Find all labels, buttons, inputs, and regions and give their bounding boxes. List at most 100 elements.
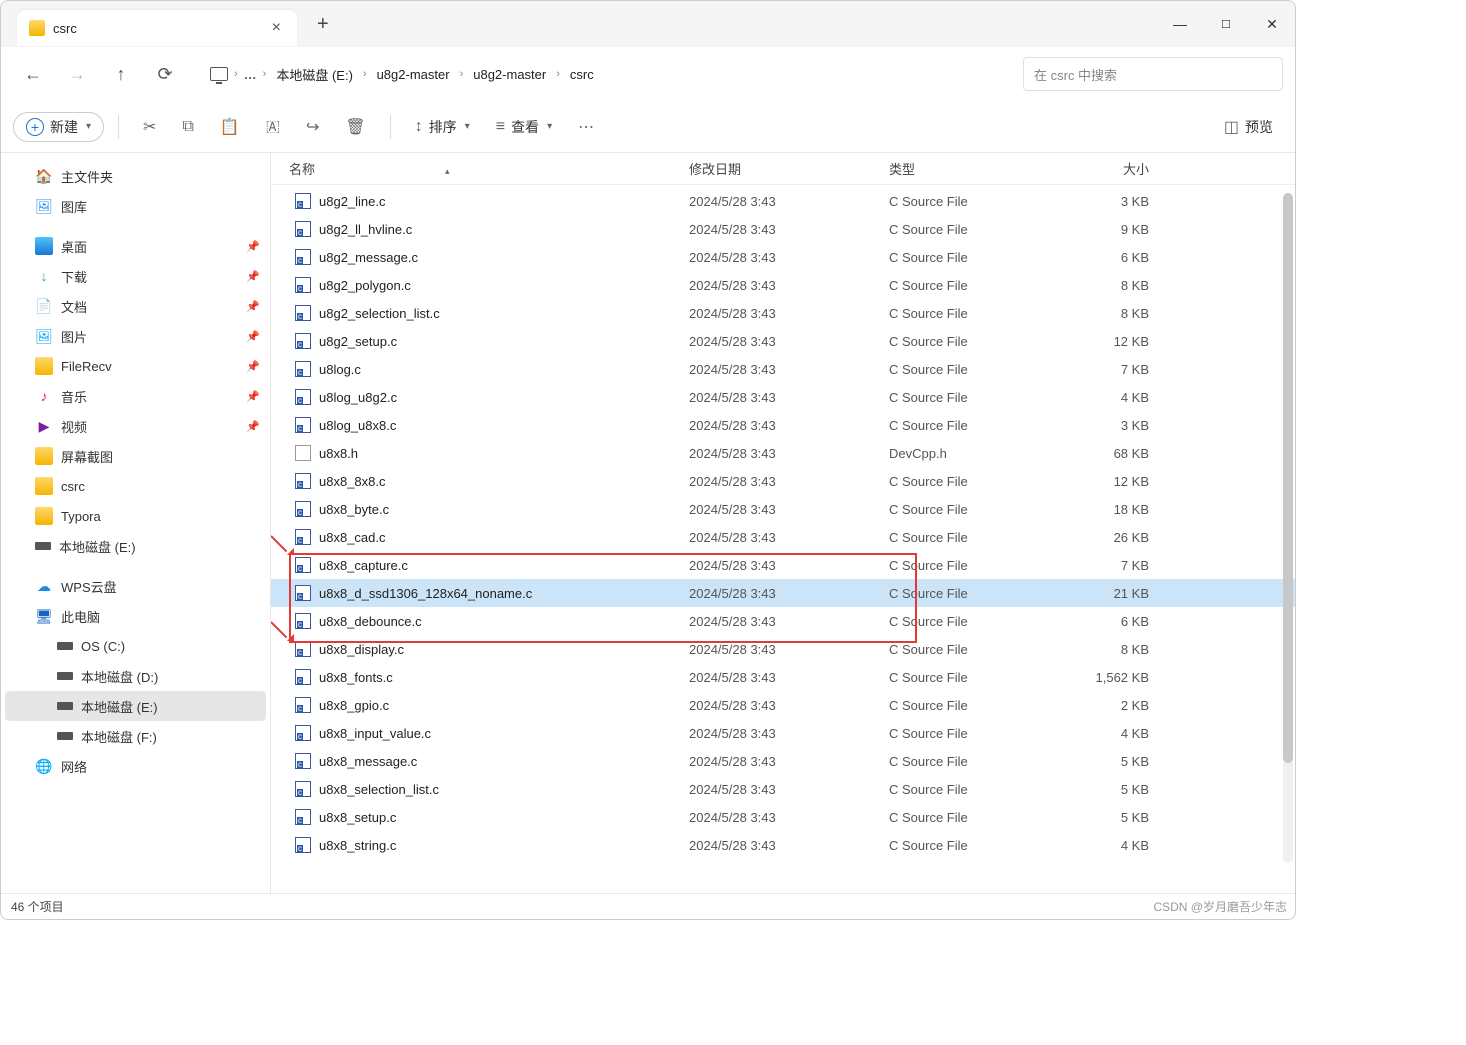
breadcrumb-overflow[interactable]: … bbox=[244, 67, 257, 82]
sidebar[interactable]: 🏠主文件夹 🖼图库 桌面📌↓下载📌📄文档📌🖼图片📌FileRecv📌♪音乐📌▶视… bbox=[1, 153, 271, 893]
sidebar-item[interactable]: ♪音乐📌 bbox=[5, 381, 266, 411]
sidebar-drive[interactable]: 本地磁盘 (E:) bbox=[5, 691, 266, 721]
sidebar-item[interactable]: 桌面📌 bbox=[5, 231, 266, 261]
refresh-button[interactable]: ⟳ bbox=[145, 56, 185, 92]
col-date[interactable]: 修改日期 bbox=[689, 159, 889, 178]
sidebar-this-pc[interactable]: 🖥此电脑 bbox=[5, 601, 266, 631]
file-date: 2024/5/28 3:43 bbox=[689, 558, 889, 573]
breadcrumb-item[interactable]: u8g2-master bbox=[469, 65, 550, 84]
sidebar-item[interactable]: ▶视频📌 bbox=[5, 411, 266, 441]
sidebar-network[interactable]: 🌐网络 bbox=[5, 751, 266, 781]
rename-button[interactable]: 🇦 bbox=[256, 112, 290, 142]
file-row[interactable]: u8x8_fonts.c2024/5/28 3:43C Source File1… bbox=[271, 663, 1295, 691]
file-icon bbox=[295, 781, 311, 797]
file-date: 2024/5/28 3:43 bbox=[689, 446, 889, 461]
file-icon bbox=[295, 249, 311, 265]
file-row[interactable]: u8x8_8x8.c2024/5/28 3:43C Source File12 … bbox=[271, 467, 1295, 495]
file-icon bbox=[295, 389, 311, 405]
new-button[interactable]: + 新建 ▾ bbox=[13, 112, 104, 142]
sidebar-item[interactable]: 屏幕截图 bbox=[5, 441, 266, 471]
file-row[interactable]: u8log_u8x8.c2024/5/28 3:43C Source File3… bbox=[271, 411, 1295, 439]
file-row[interactable]: u8x8_string.c2024/5/28 3:43C Source File… bbox=[271, 831, 1295, 859]
sidebar-home[interactable]: 🏠主文件夹 bbox=[5, 161, 266, 191]
file-row[interactable]: u8x8_d_ssd1306_128x64_noname.c2024/5/28 … bbox=[271, 579, 1295, 607]
file-row[interactable]: u8x8_byte.c2024/5/28 3:43C Source File18… bbox=[271, 495, 1295, 523]
file-row[interactable]: u8x8_cad.c2024/5/28 3:43C Source File26 … bbox=[271, 523, 1295, 551]
file-icon bbox=[295, 501, 311, 517]
column-header[interactable]: 名称▴ 修改日期 类型 大小 bbox=[271, 153, 1295, 185]
sidebar-item[interactable]: csrc bbox=[5, 471, 266, 501]
view-button[interactable]: ≡查看▾ bbox=[486, 111, 562, 143]
file-row[interactable]: u8g2_line.c2024/5/28 3:43C Source File3 … bbox=[271, 187, 1295, 215]
breadcrumb-item[interactable]: 本地磁盘 (E:) bbox=[272, 63, 357, 86]
delete-button[interactable]: 🗑 bbox=[335, 111, 375, 143]
col-name[interactable]: 名称▴ bbox=[289, 159, 689, 178]
file-row[interactable]: u8x8_message.c2024/5/28 3:43C Source Fil… bbox=[271, 747, 1295, 775]
file-row[interactable]: u8log.c2024/5/28 3:43C Source File7 KB bbox=[271, 355, 1295, 383]
cut-button[interactable]: ✂ bbox=[133, 111, 166, 143]
sidebar-item[interactable]: 🖼图片📌 bbox=[5, 321, 266, 351]
close-window-button[interactable]: ✕ bbox=[1249, 4, 1295, 44]
file-row[interactable]: u8log_u8g2.c2024/5/28 3:43C Source File4… bbox=[271, 383, 1295, 411]
file-row[interactable]: u8x8_capture.c2024/5/28 3:43C Source Fil… bbox=[271, 551, 1295, 579]
file-row[interactable]: u8g2_setup.c2024/5/28 3:43C Source File1… bbox=[271, 327, 1295, 355]
file-row[interactable]: u8x8_display.c2024/5/28 3:43C Source Fil… bbox=[271, 635, 1295, 663]
sidebar-gallery[interactable]: 🖼图库 bbox=[5, 191, 266, 221]
file-type: C Source File bbox=[889, 782, 1069, 797]
tab-label: csrc bbox=[53, 21, 77, 36]
scrollbar[interactable] bbox=[1283, 193, 1293, 863]
file-row[interactable]: u8x8_gpio.c2024/5/28 3:43C Source File2 … bbox=[271, 691, 1295, 719]
breadcrumb[interactable]: › … › 本地磁盘 (E:) › u8g2-master › u8g2-mas… bbox=[201, 57, 1007, 91]
up-button[interactable]: ↑ bbox=[101, 56, 141, 92]
preview-button[interactable]: ◫预览 bbox=[1214, 111, 1283, 143]
col-type[interactable]: 类型 bbox=[889, 159, 1069, 178]
more-button[interactable]: ⋯ bbox=[568, 111, 604, 143]
sidebar-drive[interactable]: 本地磁盘 (F:) bbox=[5, 721, 266, 751]
file-size: 6 KB bbox=[1069, 614, 1179, 629]
col-size[interactable]: 大小 bbox=[1069, 159, 1179, 178]
paste-button[interactable]: 📋 bbox=[210, 111, 250, 143]
forward-button[interactable]: → bbox=[57, 56, 97, 92]
file-row[interactable]: u8g2_polygon.c2024/5/28 3:43C Source Fil… bbox=[271, 271, 1295, 299]
share-button[interactable]: ↪ bbox=[296, 111, 329, 143]
scrollbar-thumb[interactable] bbox=[1283, 193, 1293, 763]
file-row[interactable]: u8g2_selection_list.c2024/5/28 3:43C Sou… bbox=[271, 299, 1295, 327]
file-row[interactable]: u8x8_debounce.c2024/5/28 3:43C Source Fi… bbox=[271, 607, 1295, 635]
file-size: 5 KB bbox=[1069, 782, 1179, 797]
sidebar-item[interactable]: FileRecv📌 bbox=[5, 351, 266, 381]
sidebar-drive[interactable]: 本地磁盘 (D:) bbox=[5, 661, 266, 691]
file-row[interactable]: u8g2_message.c2024/5/28 3:43C Source Fil… bbox=[271, 243, 1295, 271]
file-size: 18 KB bbox=[1069, 502, 1179, 517]
trash-icon: 🗑 bbox=[345, 117, 365, 137]
sidebar-item[interactable]: 本地磁盘 (E:) bbox=[5, 531, 266, 561]
cut-icon: ✂ bbox=[143, 117, 156, 137]
sidebar-drive[interactable]: OS (C:) bbox=[5, 631, 266, 661]
file-size: 7 KB bbox=[1069, 558, 1179, 573]
file-row[interactable]: u8g2_ll_hvline.c2024/5/28 3:43C Source F… bbox=[271, 215, 1295, 243]
breadcrumb-item[interactable]: csrc bbox=[566, 65, 598, 84]
search-input[interactable]: 在 csrc 中搜索 bbox=[1023, 57, 1283, 91]
sidebar-item[interactable]: 📄文档📌 bbox=[5, 291, 266, 321]
minimize-button[interactable]: — bbox=[1157, 4, 1203, 44]
file-icon bbox=[295, 305, 311, 321]
file-row[interactable]: u8x8_selection_list.c2024/5/28 3:43C Sou… bbox=[271, 775, 1295, 803]
tab-csrc[interactable]: csrc × bbox=[17, 10, 297, 46]
file-row[interactable]: u8x8_input_value.c2024/5/28 3:43C Source… bbox=[271, 719, 1295, 747]
file-list[interactable]: u8g2_line.c2024/5/28 3:43C Source File3 … bbox=[271, 185, 1295, 893]
sidebar-wps[interactable]: ☁WPS云盘 bbox=[5, 571, 266, 601]
file-row[interactable]: u8x8_setup.c2024/5/28 3:43C Source File5… bbox=[271, 803, 1295, 831]
sort-button[interactable]: ↕排序▾ bbox=[405, 111, 480, 143]
back-button[interactable]: ← bbox=[13, 56, 53, 92]
copy-button[interactable]: ⧉ bbox=[172, 112, 203, 142]
file-icon bbox=[295, 277, 311, 293]
sidebar-item[interactable]: ↓下载📌 bbox=[5, 261, 266, 291]
paste-icon: 📋 bbox=[220, 117, 240, 137]
new-tab-button[interactable]: + bbox=[307, 9, 339, 40]
file-row[interactable]: u8x8.h2024/5/28 3:43DevCpp.h68 KB bbox=[271, 439, 1295, 467]
sidebar-item[interactable]: Typora bbox=[5, 501, 266, 531]
file-size: 4 KB bbox=[1069, 390, 1179, 405]
drive-icon bbox=[57, 672, 73, 680]
breadcrumb-item[interactable]: u8g2-master bbox=[373, 65, 454, 84]
maximize-button[interactable]: ☐ bbox=[1203, 4, 1249, 44]
tab-close-icon[interactable]: × bbox=[266, 17, 287, 39]
